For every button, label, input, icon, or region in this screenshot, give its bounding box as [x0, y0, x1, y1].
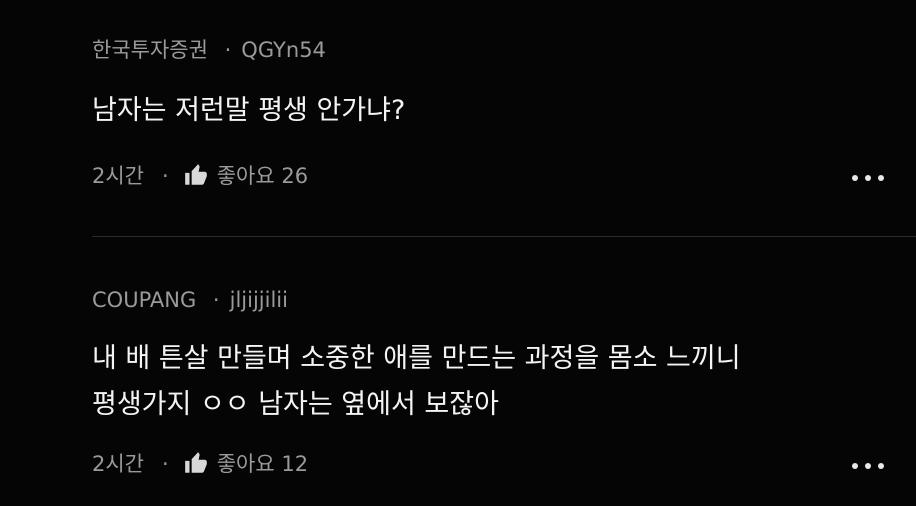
like-count: 12	[281, 452, 309, 476]
thumbs-up-icon[interactable]	[183, 450, 209, 476]
like-button-label[interactable]: 좋아요	[217, 164, 275, 188]
comment-body: 남자는 저런말 평생 안가냐?	[92, 88, 916, 134]
actions-separator: ·	[162, 452, 169, 476]
comment-item: 한국투자증권 · QGYn54 남자는 저런말 평생 안가냐? 2시간 · 좋아요 2…	[92, 30, 916, 196]
comment-body-line: 평생가지 ㅇㅇ 남자는 옆에서 보잖아	[92, 389, 499, 420]
comment-actions: 2시간 · 좋아요 12	[92, 444, 916, 484]
comment-item: COUPANG · jljijjilii 내 배 튼살 만들며 소중한 애를 만드…	[92, 280, 916, 484]
comment-body-line: 남자는 저런말 평생 안가냐?	[92, 95, 406, 126]
comment-handle[interactable]: jljijjilii	[230, 288, 288, 312]
actions-separator: ·	[162, 164, 169, 188]
comment-handle[interactable]: QGYn54	[241, 38, 326, 62]
meta-separator: ·	[224, 38, 232, 62]
like-button-label[interactable]: 좋아요	[217, 452, 275, 476]
comment-time: 2시간	[92, 452, 145, 476]
comment-divider	[92, 236, 916, 237]
comment-meta: COUPANG · jljijjilii	[92, 280, 916, 320]
thumbs-up-icon[interactable]	[183, 162, 209, 188]
comment-time: 2시간	[92, 164, 145, 188]
more-dots-icon[interactable]	[850, 454, 886, 478]
like-count: 26	[281, 164, 309, 188]
more-dots-icon[interactable]	[850, 166, 886, 190]
comment-meta: 한국투자증권 · QGYn54	[92, 30, 916, 70]
comment-author[interactable]: 한국투자증권	[92, 38, 208, 62]
comment-body-line: 내 배 튼살 만들며 소중한 애를 만드는 과정을 몸소 느끼니	[92, 343, 741, 374]
comment-actions: 2시간 · 좋아요 26	[92, 156, 916, 196]
comment-author[interactable]: COUPANG	[92, 288, 196, 312]
meta-separator: ·	[212, 288, 220, 312]
comment-body: 내 배 튼살 만들며 소중한 애를 만드는 과정을 몸소 느끼니 평생가지 ㅇㅇ…	[92, 336, 916, 428]
